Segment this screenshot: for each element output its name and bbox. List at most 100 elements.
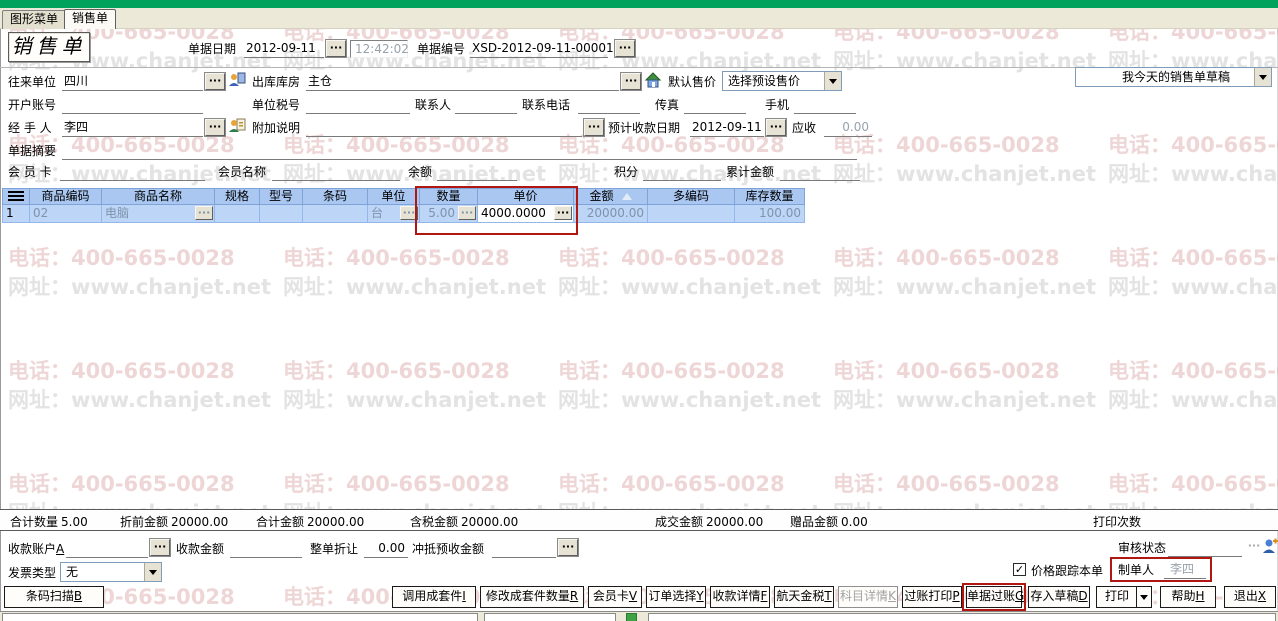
contact-label: 联系人: [415, 98, 452, 112]
doc-date-field[interactable]: 2012-09-11: [244, 41, 324, 58]
modify-kit-qty-button[interactable]: 修改成套件数量R: [480, 586, 584, 608]
exit-button[interactable]: 退出X: [1224, 586, 1276, 608]
mobile-field[interactable]: [794, 97, 856, 114]
cell-qty[interactable]: 5.00: [420, 205, 478, 223]
receipt-account-field[interactable]: [66, 541, 148, 558]
col-spec[interactable]: 规格: [215, 188, 260, 205]
col-unit[interactable]: 单位: [368, 188, 420, 205]
status-panel: [648, 613, 1276, 621]
cell-name[interactable]: 电脑: [102, 205, 215, 223]
price-track-checkbox[interactable]: ✓: [1013, 563, 1026, 576]
bank-account-field[interactable]: [62, 97, 203, 114]
unit-picker-button[interactable]: [400, 206, 418, 220]
status-green-icon: [626, 613, 637, 621]
col-price[interactable]: 单价: [478, 188, 574, 205]
order-select-button[interactable]: 订单选择Y: [646, 586, 706, 608]
chevron-down-icon[interactable]: [144, 563, 161, 581]
cell-barcode[interactable]: [303, 205, 368, 223]
call-kit-button[interactable]: 调用成套件I: [392, 586, 476, 608]
warehouse-home-icon[interactable]: [644, 71, 662, 88]
print-button[interactable]: 打印: [1096, 586, 1152, 608]
col-barcode[interactable]: 条码: [303, 188, 368, 205]
preset-price-select[interactable]: 选择预设售价: [722, 71, 842, 91]
handler-picker-button[interactable]: [204, 118, 226, 137]
partner-person-icon[interactable]: [228, 71, 246, 88]
receipt-account-picker-button[interactable]: [149, 538, 171, 557]
col-stock[interactable]: 库存数量: [735, 188, 805, 205]
cell-unit[interactable]: 台: [368, 205, 420, 223]
name-picker-button[interactable]: [195, 206, 213, 220]
post-document-button[interactable]: 单据过账G: [966, 586, 1024, 608]
save-draft-button[interactable]: 存入草稿D: [1028, 586, 1090, 608]
due-date-picker-button[interactable]: [765, 118, 787, 137]
col-multicode[interactable]: 多编码: [648, 188, 735, 205]
col-qty[interactable]: 数量: [420, 188, 478, 205]
member-card-label: 会 员 卡: [8, 165, 52, 179]
warehouse-picker-button[interactable]: [620, 72, 642, 91]
auditor-person-icon[interactable]: [1262, 538, 1278, 555]
memo-field[interactable]: [306, 120, 582, 137]
print-dropdown-icon[interactable]: [1136, 587, 1151, 607]
offset-prepaid-picker-button[interactable]: [557, 538, 579, 557]
invoice-type-select[interactable]: 无: [60, 562, 162, 582]
member-name-field[interactable]: [272, 164, 400, 181]
handler-label: 经 手 人: [8, 121, 52, 135]
col-name[interactable]: 商品名称: [102, 188, 215, 205]
handler-field[interactable]: 李四: [62, 120, 203, 137]
col-model[interactable]: 型号: [260, 188, 303, 205]
cell-spec[interactable]: [215, 205, 260, 223]
contact-field[interactable]: [455, 97, 517, 114]
pre-discount-amount: 折前金额 20000.00: [120, 515, 229, 529]
my-drafts-select[interactable]: 我今天的销售单草稿: [1075, 67, 1272, 87]
receivable-label: 应收: [792, 121, 817, 135]
cell-stock[interactable]: 100.00: [735, 205, 805, 223]
due-date-field[interactable]: 2012-09-11: [690, 120, 764, 137]
cell-multicode[interactable]: [648, 205, 735, 223]
qty-picker-button[interactable]: [458, 206, 476, 220]
cell-unit-value: 台: [371, 206, 384, 220]
accum-amount-label: 累计金额: [726, 165, 775, 179]
warehouse-field[interactable]: 主仓: [306, 74, 619, 91]
chevron-down-icon[interactable]: [1254, 68, 1271, 86]
receipt-amount-field[interactable]: [230, 541, 302, 558]
member-card-field[interactable]: [60, 164, 205, 181]
post-print-button[interactable]: 过账打印P: [902, 586, 962, 608]
aerospace-tax-button[interactable]: 航天金税T: [774, 586, 834, 608]
cell-row-no[interactable]: 1: [2, 205, 30, 223]
member-card-button[interactable]: 会员卡V: [588, 586, 642, 608]
price-picker-button[interactable]: [554, 206, 572, 220]
receipt-amount-label: 收款金额: [176, 542, 225, 556]
cell-code[interactable]: 02: [30, 205, 102, 223]
col-code[interactable]: 商品编码: [30, 188, 102, 205]
cell-amount[interactable]: 20000.00: [574, 205, 648, 223]
tab-graphic-menu[interactable]: 图形菜单: [2, 10, 67, 29]
doc-no-label: 单据编号: [417, 42, 466, 56]
status-panel: [2, 613, 478, 621]
discount-field[interactable]: 0.00: [364, 541, 408, 558]
tel-field[interactable]: [578, 97, 640, 114]
tab-sales-order[interactable]: 销售单: [64, 9, 117, 29]
doc-no-picker-button[interactable]: [614, 39, 636, 58]
doc-no-field[interactable]: XSD-2012-09-11-00001: [470, 41, 614, 58]
tax-included-amount: 含税金额 20000.00: [410, 515, 519, 529]
row-selector-header[interactable]: [2, 188, 30, 205]
memo-picker-button[interactable]: [583, 118, 605, 137]
partner-picker-button[interactable]: [204, 72, 226, 91]
invoice-type-label: 发票类型: [8, 566, 57, 580]
tax-no-field[interactable]: [306, 97, 410, 114]
doc-date-picker-button[interactable]: [325, 39, 347, 58]
fax-field[interactable]: [684, 97, 746, 114]
discount-label: 整单折让: [310, 542, 359, 556]
doc-summary-field[interactable]: [62, 143, 857, 160]
col-amount[interactable]: 金额: [574, 188, 648, 205]
barcode-scan-button[interactable]: 条码扫描B: [4, 586, 104, 608]
receipt-detail-button[interactable]: 收款详情F: [710, 586, 770, 608]
cell-model[interactable]: [260, 205, 303, 223]
partner-field[interactable]: 四川: [62, 74, 203, 91]
handler-person-edit-icon[interactable]: [228, 117, 246, 134]
cell-qty-value: 5.00: [428, 206, 455, 220]
help-button[interactable]: 帮助H: [1160, 586, 1216, 608]
offset-prepaid-field[interactable]: [492, 541, 556, 558]
chevron-down-icon[interactable]: [824, 72, 841, 90]
cell-price[interactable]: 4000.0000: [478, 205, 574, 223]
